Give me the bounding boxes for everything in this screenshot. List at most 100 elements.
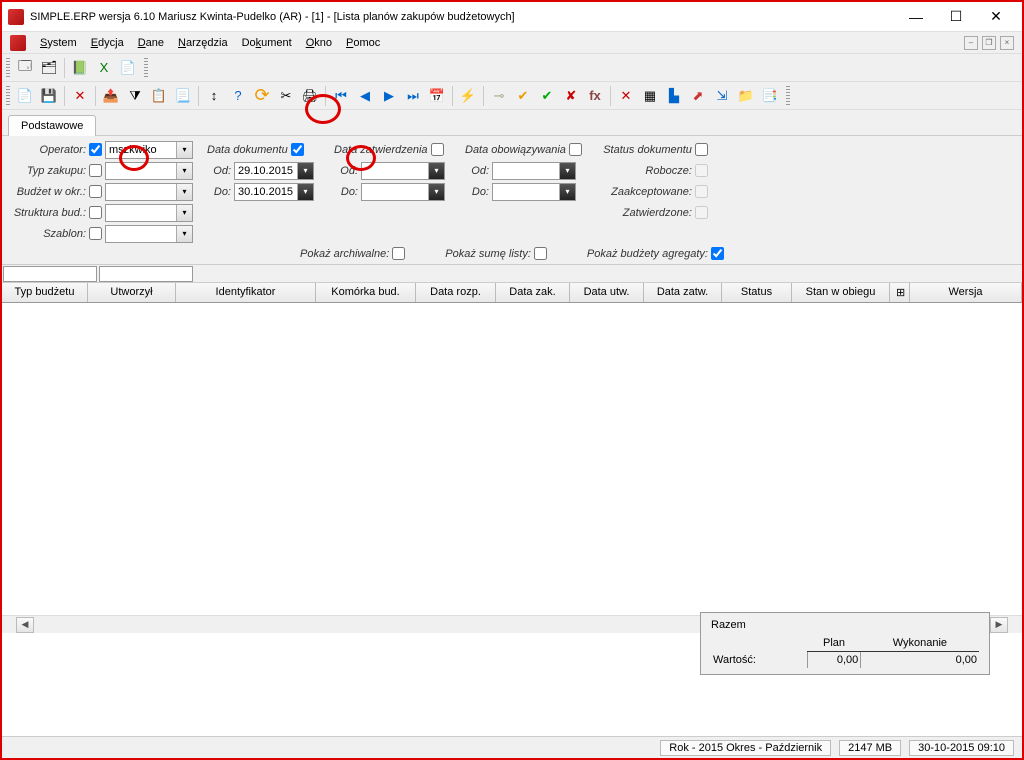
tb-check-icon[interactable]: ✔ (512, 85, 534, 107)
col-status[interactable]: Status (722, 283, 792, 302)
szablon-input[interactable] (106, 226, 176, 242)
data-dokumentu-checkbox[interactable] (291, 143, 304, 156)
tb-refresh-icon[interactable]: ⟳ (251, 85, 273, 107)
col-data-zatw[interactable]: Data zatw. (644, 283, 722, 302)
operator-checkbox[interactable] (89, 143, 102, 156)
tb-check2-icon[interactable]: ✔ (536, 85, 558, 107)
status-dokumentu-checkbox[interactable] (695, 143, 708, 156)
tb-help-icon[interactable]: ? (227, 85, 249, 107)
zaakceptowane-checkbox[interactable] (695, 185, 708, 198)
operator-dropdown[interactable]: ▾ (176, 142, 192, 158)
tb-first-icon[interactable]: ⏮ (330, 85, 352, 107)
pokaz-budzety-agregaty-checkbox[interactable] (711, 247, 724, 260)
menu-narzedzia[interactable]: Narzędzia (178, 37, 228, 49)
grid-filter-utworzyl[interactable] (99, 266, 193, 282)
col-utworzyl[interactable]: Utworzył (88, 283, 176, 302)
operator-input[interactable] (106, 142, 176, 158)
od-date-dropdown[interactable]: ▾ (297, 163, 313, 179)
tb-tree-icon[interactable]: 🗂 (38, 57, 60, 79)
budzet-w-okr-input[interactable] (106, 184, 176, 200)
col-stan-w-obiegu[interactable]: Stan w obiegu (792, 283, 890, 302)
tb-new-icon[interactable]: 📄 (14, 85, 36, 107)
tb-cut-icon[interactable]: ✂ (275, 85, 297, 107)
col-typ-budzetu[interactable]: Typ budżetu (2, 283, 88, 302)
do-date-input[interactable] (235, 184, 297, 200)
szablon-checkbox[interactable] (89, 227, 102, 240)
tb-attach-icon[interactable]: ⇲ (711, 85, 733, 107)
tb-print-icon[interactable]: 🖨 (299, 85, 321, 107)
obow-od-dropdown[interactable]: ▾ (559, 163, 575, 179)
tb-filter-icon[interactable]: ⧩ (124, 85, 146, 107)
robocze-checkbox[interactable] (695, 164, 708, 177)
maximize-button[interactable]: ☐ (936, 3, 976, 31)
struktura-bud-checkbox[interactable] (89, 206, 102, 219)
data-zatwierdzenia-checkbox[interactable] (431, 143, 444, 156)
tb-link-icon[interactable]: ⬈ (687, 85, 709, 107)
tb-sort-icon[interactable]: ↕ (203, 85, 225, 107)
od-date-input[interactable] (235, 163, 297, 179)
tb-next-icon[interactable]: ▶ (378, 85, 400, 107)
struktura-bud-input[interactable] (106, 205, 176, 221)
tb-cancel-icon[interactable]: ✘ (560, 85, 582, 107)
mdi-close[interactable]: × (1000, 36, 1014, 50)
col-identyfikator[interactable]: Identyfikator (176, 283, 316, 302)
data-obowiazywania-checkbox[interactable] (569, 143, 582, 156)
tb-calendar-icon[interactable]: 📅 (426, 85, 448, 107)
col-data-rozp[interactable]: Data rozp. (416, 283, 496, 302)
tb-key-icon[interactable]: ⊸ (488, 85, 510, 107)
tb-delete-icon[interactable]: ✕ (69, 85, 91, 107)
menu-edycja[interactable]: Edycja (91, 37, 124, 49)
budzet-w-okr-dropdown[interactable]: ▾ (176, 184, 192, 200)
zatw-od-input[interactable] (362, 163, 428, 179)
zatw-od-dropdown[interactable]: ▾ (428, 163, 444, 179)
tb-page-icon[interactable]: 📃 (172, 85, 194, 107)
menu-system[interactable]: System (40, 37, 77, 49)
tb-book-icon[interactable]: 📗 (69, 57, 91, 79)
zatw-do-dropdown[interactable]: ▾ (428, 184, 444, 200)
pokaz-sume-listy-checkbox[interactable] (534, 247, 547, 260)
tb-save-icon[interactable]: 💾 (38, 85, 60, 107)
scroll-right-button[interactable]: ▶ (990, 617, 1008, 633)
tb-excel-icon[interactable]: X (93, 57, 115, 79)
typ-zakupu-dropdown[interactable]: ▾ (176, 163, 192, 179)
obow-do-dropdown[interactable]: ▾ (559, 184, 575, 200)
pokaz-archiwalne-checkbox[interactable] (392, 247, 405, 260)
zatw-do-input[interactable] (362, 184, 428, 200)
tb-window-icon[interactable]: 🗔 (14, 57, 36, 79)
col-icon[interactable]: ⊞ (890, 283, 910, 302)
tb-copy-icon[interactable]: 📑 (759, 85, 781, 107)
tb-prev-icon[interactable]: ◀ (354, 85, 376, 107)
scroll-left-button[interactable]: ◀ (16, 617, 34, 633)
tb-grid-icon[interactable]: ▦ (639, 85, 661, 107)
tb-last-icon[interactable]: ⏭ (402, 85, 424, 107)
tb-chart-icon[interactable]: ▙ (663, 85, 685, 107)
typ-zakupu-input[interactable] (106, 163, 176, 179)
tb-list-icon[interactable]: 📋 (148, 85, 170, 107)
mdi-restore[interactable]: ❐ (982, 36, 996, 50)
szablon-dropdown[interactable]: ▾ (176, 226, 192, 242)
struktura-bud-dropdown[interactable]: ▾ (176, 205, 192, 221)
typ-zakupu-checkbox[interactable] (89, 164, 102, 177)
menu-pomoc[interactable]: Pomoc (346, 37, 380, 49)
tb-doc-icon[interactable]: 📄 (117, 57, 139, 79)
grid-filter-typ-budzetu[interactable] (3, 266, 97, 282)
budzet-w-okr-checkbox[interactable] (89, 185, 102, 198)
zatwierdzone-checkbox[interactable] (695, 206, 708, 219)
tb-delete2-icon[interactable]: ✕ (615, 85, 637, 107)
do-date-dropdown[interactable]: ▾ (297, 184, 313, 200)
menu-dokument[interactable]: Dokument (242, 37, 292, 49)
col-data-utw[interactable]: Data utw. (570, 283, 644, 302)
mdi-minimize[interactable]: – (964, 36, 978, 50)
obow-od-input[interactable] (493, 163, 559, 179)
tb-fx-icon[interactable]: fx (584, 85, 606, 107)
col-data-zak[interactable]: Data zak. (496, 283, 570, 302)
tb-export-icon[interactable]: 📤 (100, 85, 122, 107)
menu-okno[interactable]: Okno (306, 37, 332, 49)
tab-podstawowe[interactable]: Podstawowe (8, 115, 96, 136)
tb-folder-icon[interactable]: 📁 (735, 85, 757, 107)
close-button[interactable]: ✕ (976, 3, 1016, 31)
col-komorka-bud[interactable]: Komórka bud. (316, 283, 416, 302)
col-wersja[interactable]: Wersja (910, 283, 1022, 302)
menu-dane[interactable]: Dane (138, 37, 164, 49)
obow-do-input[interactable] (493, 184, 559, 200)
